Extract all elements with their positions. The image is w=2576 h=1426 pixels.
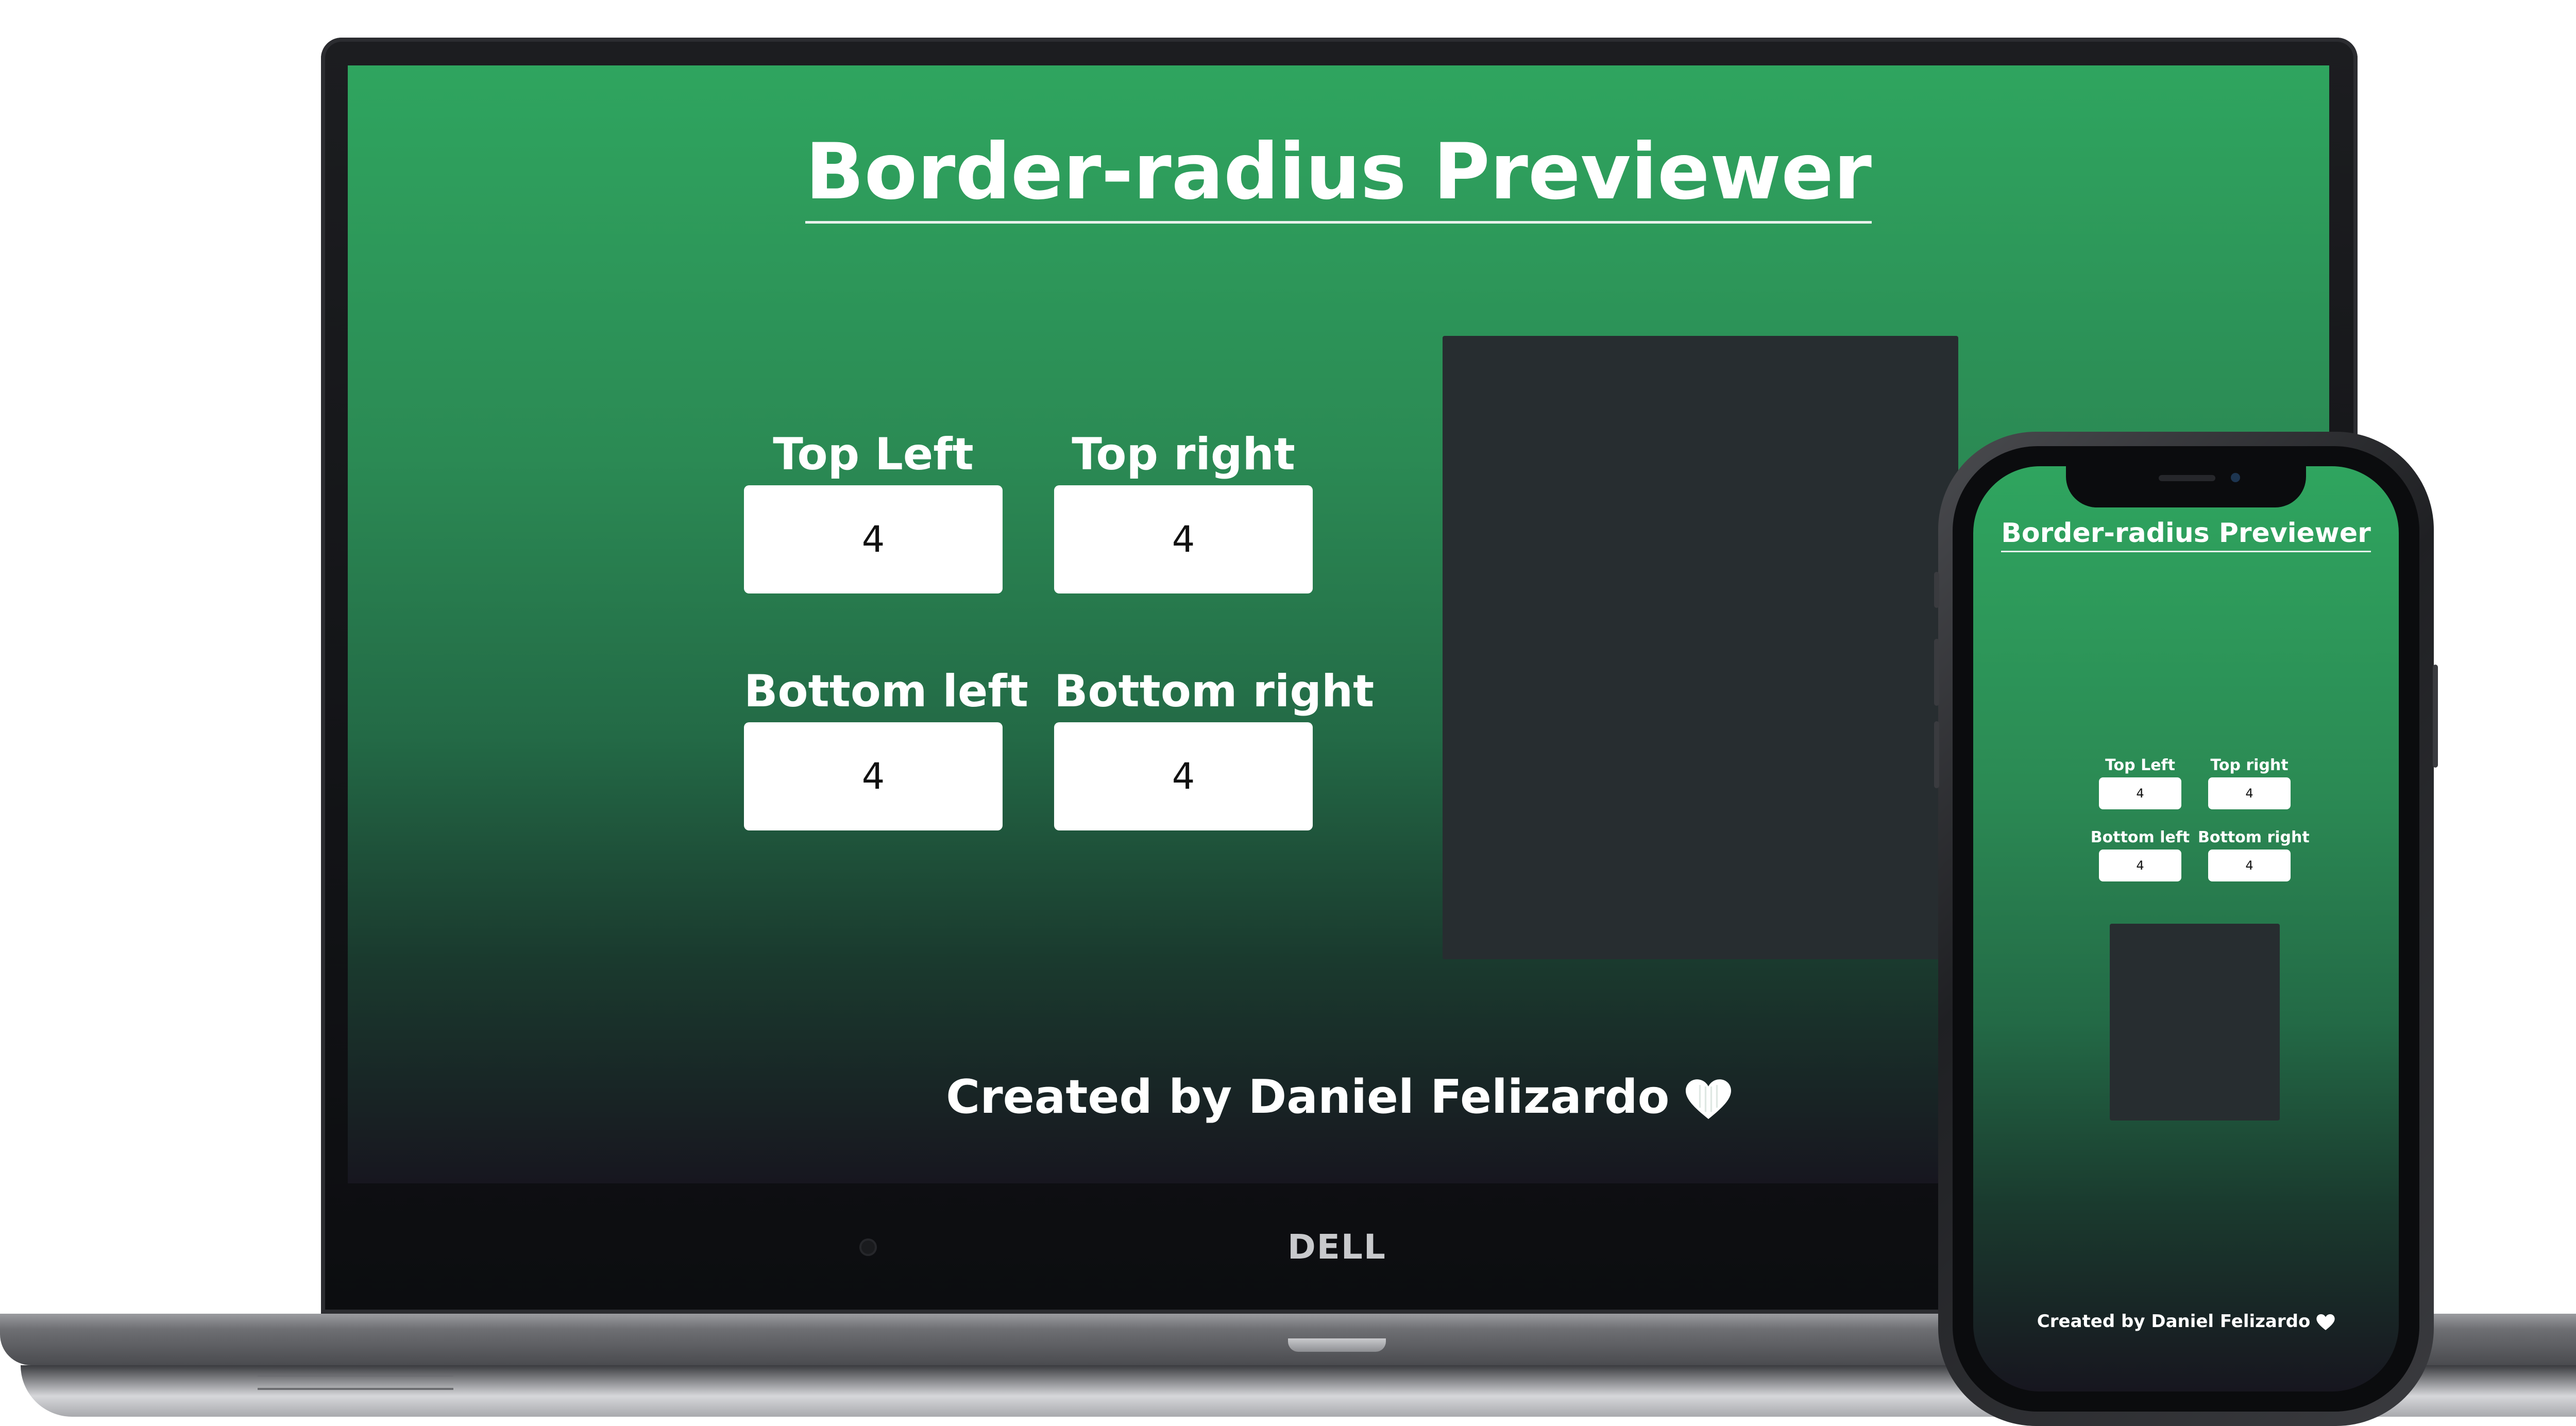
mobile-bottom-right-input[interactable] (2208, 850, 2291, 881)
mobile-bottom-right-label: Bottom right (2198, 828, 2310, 846)
bottom-left-field: Bottom left (744, 660, 1028, 830)
page-title-text: Border-radius Previewer (805, 127, 1872, 224)
preview-box (1443, 336, 1958, 959)
phone-notch (2066, 466, 2306, 507)
phone-speaker (2159, 475, 2215, 481)
mobile-heart-icon (2316, 1314, 2335, 1330)
mobile-bottom-right-field: Bottom right (2198, 826, 2310, 881)
bottom-left-label: Bottom left (744, 666, 1028, 717)
bottom-right-field: Bottom right (1054, 660, 1375, 830)
phone-volume-up (1934, 639, 1939, 706)
mobile-top-right-field: Top right (2208, 754, 2291, 809)
mobile-bottom-left-field: Bottom left (2091, 826, 2190, 881)
mobile-bottom-left-label: Bottom left (2090, 828, 2190, 846)
mobile-footer-text: Created by Daniel Felizardo (2037, 1311, 2311, 1332)
bottom-right-input[interactable] (1054, 722, 1313, 830)
heart-icon (1685, 1079, 1731, 1119)
top-left-field: Top Left (744, 423, 1003, 593)
mobile-bottom-left-input[interactable] (2099, 850, 2181, 881)
mobile-page-title: Border-radius Previewer (1973, 518, 2399, 552)
laptop-webcam-dot (859, 1238, 877, 1256)
top-left-input[interactable] (744, 485, 1003, 593)
top-right-label: Top right (1072, 429, 1295, 480)
mobile-top-left-input[interactable] (2099, 777, 2181, 809)
phone-power-button (2433, 665, 2438, 768)
laptop-brand-logo: DELL (1287, 1227, 1386, 1267)
mobile-footer: Created by Daniel Felizardo (1973, 1311, 2399, 1332)
bottom-left-input[interactable] (744, 722, 1003, 830)
phone-screen: Border-radius Previewer Top Left Top rig… (1973, 466, 2399, 1391)
mobile-top-right-label: Top right (2210, 756, 2289, 774)
mobile-top-left-label: Top Left (2105, 756, 2175, 774)
page-title: Border-radius Previewer (348, 127, 2329, 224)
laptop-opening-notch (1288, 1338, 1386, 1352)
phone-volume-down (1934, 721, 1939, 788)
bottom-right-label: Bottom right (1054, 666, 1375, 717)
top-left-label: Top Left (773, 429, 974, 480)
mobile-preview-box (2110, 924, 2280, 1121)
mobile-top-left-field: Top Left (2099, 754, 2181, 809)
laptop-vent (258, 1374, 453, 1390)
top-right-field: Top right (1054, 423, 1313, 593)
phone-silent-switch (1934, 572, 1939, 608)
top-right-input[interactable] (1054, 485, 1313, 593)
mobile-top-right-input[interactable] (2208, 777, 2291, 809)
footer-text: Created by Daniel Felizardo (946, 1070, 1670, 1124)
mobile-page-title-text: Border-radius Previewer (2001, 518, 2371, 552)
phone-front-camera (2231, 473, 2240, 482)
